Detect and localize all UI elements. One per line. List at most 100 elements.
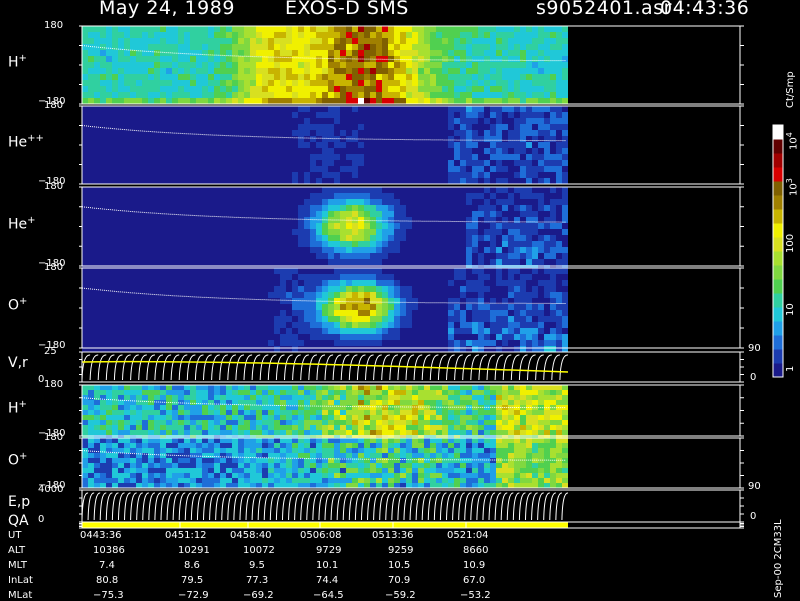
heatmap-cell <box>418 280 424 286</box>
heatmap-cell <box>418 253 424 259</box>
heatmap-cell <box>124 172 130 178</box>
heatmap-cell <box>328 229 334 235</box>
heatmap-cell <box>304 38 310 44</box>
heatmap-cell <box>244 136 250 142</box>
heatmap-cell <box>346 86 352 92</box>
heatmap-cell <box>418 130 424 136</box>
heatmap-cell <box>484 274 490 280</box>
heatmap-cell <box>472 241 478 247</box>
heatmap-cell <box>448 298 454 304</box>
heatmap-cell <box>136 130 142 136</box>
heatmap-cell <box>550 340 556 346</box>
heatmap-cell <box>340 178 346 184</box>
heatmap-cell <box>280 241 286 247</box>
heatmap-cell <box>208 346 214 352</box>
heatmap-cell <box>526 86 532 92</box>
heatmap-cell <box>130 259 136 265</box>
heatmap-cell <box>424 235 430 241</box>
heatmap-cell <box>310 286 316 292</box>
heatmap-cell <box>520 124 526 130</box>
heatmap-cell <box>496 50 502 56</box>
heatmap-cell <box>280 415 286 420</box>
heatmap-cell <box>484 44 490 50</box>
heatmap-cell <box>214 50 220 56</box>
heatmap-cell <box>226 410 232 415</box>
heatmap-cell <box>442 229 448 235</box>
heatmap-cell <box>424 148 430 154</box>
heatmap-cell <box>544 247 550 253</box>
heatmap-cell <box>370 211 376 217</box>
heatmap-cell <box>502 235 508 241</box>
heatmap-cell <box>262 142 268 148</box>
heatmap-cell <box>256 292 262 298</box>
heatmap-cell <box>394 322 400 328</box>
heatmap-cell <box>112 112 118 118</box>
heatmap-cell <box>136 205 142 211</box>
heatmap-cell <box>490 298 496 304</box>
heatmap-cell <box>250 310 256 316</box>
heatmap-cell <box>550 241 556 247</box>
heatmap-cell <box>250 32 256 38</box>
heatmap-cell <box>112 334 118 340</box>
heatmap-cell <box>442 346 448 352</box>
heatmap-cell <box>334 124 340 130</box>
heatmap-cell <box>466 235 472 241</box>
heatmap-cell <box>256 187 262 193</box>
heatmap-cell <box>106 205 112 211</box>
heatmap-cell <box>322 235 328 241</box>
heatmap-cell <box>250 425 256 430</box>
heatmap-cell <box>352 178 358 184</box>
heatmap-cell <box>118 280 124 286</box>
heatmap-cell <box>514 172 520 178</box>
heatmap-cell <box>334 112 340 118</box>
heatmap-cell <box>418 92 424 98</box>
heatmap-cell <box>190 346 196 352</box>
heatmap-cell <box>250 241 256 247</box>
sweep-line <box>390 355 398 380</box>
sweep-line <box>325 355 333 380</box>
heatmap-cell <box>316 32 322 38</box>
heatmap-cell <box>190 410 196 415</box>
heatmap-cell <box>250 316 256 322</box>
heatmap-cell <box>400 205 406 211</box>
heatmap-cell <box>436 80 442 86</box>
heatmap-cell <box>202 62 208 68</box>
heatmap-cell <box>370 310 376 316</box>
heatmap-cell <box>196 56 202 62</box>
heatmap-cell <box>526 62 532 68</box>
heatmap-cell <box>274 136 280 142</box>
heatmap-cell <box>292 154 298 160</box>
heatmap-cell <box>436 199 442 205</box>
heatmap-cell <box>544 130 550 136</box>
heatmap-cell <box>88 44 94 50</box>
heatmap-cell <box>190 118 196 124</box>
heatmap-cell <box>136 62 142 68</box>
heatmap-cell <box>562 310 568 316</box>
heatmap-cell <box>202 199 208 205</box>
heatmap-cell <box>82 98 88 104</box>
heatmap-cell <box>562 187 568 193</box>
heatmap-cell <box>220 187 226 193</box>
heatmap-cell <box>376 92 382 98</box>
heatmap-cell <box>406 118 412 124</box>
heatmap-cell <box>160 50 166 56</box>
heatmap-cell <box>334 32 340 38</box>
heatmap-cell <box>436 112 442 118</box>
heatmap-cell <box>256 395 262 400</box>
heatmap-cell <box>520 286 526 292</box>
heatmap-cell <box>250 148 256 154</box>
heatmap-cell <box>556 298 562 304</box>
heatmap-cell <box>436 316 442 322</box>
heatmap-cell <box>328 193 334 199</box>
heatmap-cell <box>196 148 202 154</box>
heatmap-cell <box>346 247 352 253</box>
heatmap-cell <box>430 268 436 274</box>
heatmap-cell <box>496 241 502 247</box>
heatmap-cell <box>382 44 388 50</box>
heatmap-cell <box>82 217 88 223</box>
heatmap-cell <box>136 112 142 118</box>
heatmap-cell <box>184 211 190 217</box>
heatmap-cell <box>190 217 196 223</box>
heatmap-cell <box>556 316 562 322</box>
heatmap-cell <box>526 160 532 166</box>
